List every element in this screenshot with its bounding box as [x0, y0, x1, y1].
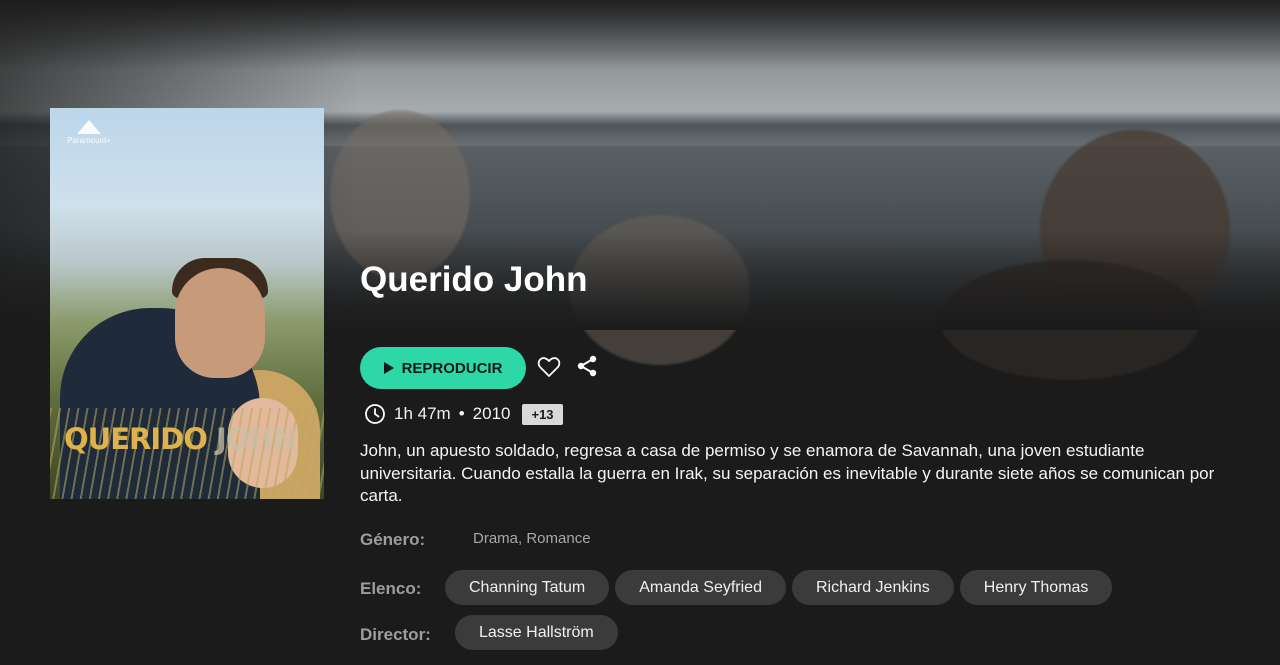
genre-value: Drama, Romance	[473, 530, 591, 547]
play-icon	[383, 362, 394, 374]
play-button-label: REPRODUCIR	[401, 359, 503, 377]
genre-label: Género:	[360, 530, 426, 549]
studio-logo: Paramount+	[64, 120, 114, 150]
director-chip[interactable]: Lasse Hallström	[455, 615, 618, 650]
poster-man-head	[175, 268, 265, 378]
movie-poster: Paramount+ QUERIDO JOHN	[50, 108, 324, 499]
age-rating-badge: +13	[522, 403, 563, 425]
play-button[interactable]: REPRODUCIR	[360, 347, 526, 389]
favorite-button[interactable]	[535, 353, 563, 381]
meta-separator: •	[458, 404, 465, 423]
cast-chip[interactable]: Henry Thomas	[959, 570, 1113, 605]
movie-title: Querido John	[360, 260, 588, 299]
director-label: Director:	[360, 625, 431, 644]
heart-icon	[537, 357, 561, 377]
poster-title-second: JOHN	[215, 422, 297, 456]
share-icon	[577, 355, 597, 377]
share-button[interactable]	[573, 352, 601, 380]
release-year: 2010	[472, 404, 511, 423]
duration: 1h 47m	[394, 404, 451, 423]
movie-meta: 1h 47m • 2010 +13	[364, 402, 563, 426]
director-list: Lasse Hallström	[455, 615, 618, 650]
cast-list: Channing Tatum Amanda Seyfried Richard J…	[445, 570, 1113, 605]
movie-description: John, un apuesto soldado, regresa a casa…	[360, 441, 1215, 505]
cast-chip[interactable]: Channing Tatum	[445, 570, 610, 605]
poster-title: QUERIDO JOHN	[64, 422, 324, 456]
cast-label: Elenco:	[360, 579, 422, 598]
poster-title-first: QUERIDO	[64, 422, 216, 456]
mountain-icon	[77, 120, 101, 134]
cast-chip[interactable]: Amanda Seyfried	[615, 570, 786, 605]
cast-chip[interactable]: Richard Jenkins	[791, 570, 954, 605]
studio-logo-text: Paramount+	[67, 136, 111, 145]
movie-detail-page: Paramount+ QUERIDO JOHN Querido John REP…	[0, 0, 1280, 665]
clock-icon	[365, 404, 385, 424]
